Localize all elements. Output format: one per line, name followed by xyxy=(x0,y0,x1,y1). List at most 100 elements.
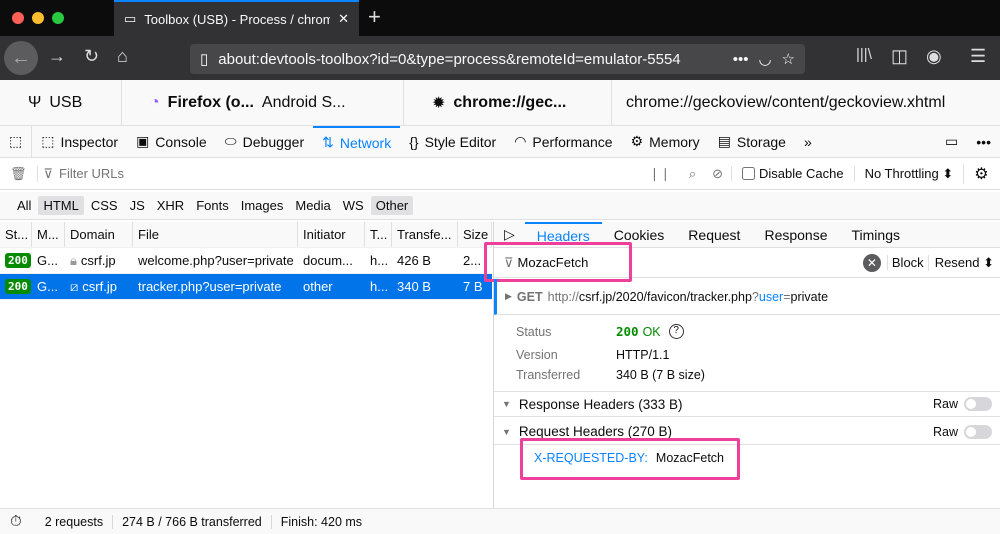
help-icon[interactable]: ? xyxy=(668,324,684,339)
details-tab-timings[interactable]: Timings xyxy=(840,222,913,248)
transferred-value: 340 B (7 B size) xyxy=(616,368,705,382)
page-url: chrome://geckoview/content/geckoview.xht… xyxy=(626,93,946,111)
raw-request-toggle[interactable] xyxy=(964,424,992,439)
raw-response-toggle[interactable] xyxy=(964,397,992,411)
table-row[interactable]: 200 G... ⧄ csrf.jp tracker.php?user=private o… xyxy=(0,274,492,300)
forward-button[interactable]: → xyxy=(48,46,66,67)
pause-icon[interactable]: ❘❘ xyxy=(639,166,681,182)
settings-gear-icon[interactable]: ⚙ xyxy=(963,163,998,184)
type-filter-fonts[interactable]: Fonts xyxy=(191,196,234,215)
status-bar: ⏱ 2 requests 274 B / 766 B transferred F… xyxy=(0,508,1000,534)
expand-arrow-icon[interactable]: ▶ xyxy=(505,291,512,302)
request-url: http://csrf.jp/2020/favicon/tracker.php?… xyxy=(548,290,828,304)
disable-cache-checkbox[interactable]: Disable Cache xyxy=(731,166,854,181)
request-url-summary[interactable]: ▶ GET http://csrf.jp/2020/favicon/tracke… xyxy=(494,279,1000,315)
stopwatch-icon[interactable]: ⏱ xyxy=(0,513,31,530)
details-tab-request[interactable]: Request xyxy=(676,222,752,248)
column-header[interactable]: Transfe... xyxy=(392,222,458,247)
new-tab-button[interactable]: + xyxy=(368,4,381,30)
column-header[interactable]: File xyxy=(133,222,298,247)
column-header[interactable]: T... xyxy=(365,222,392,247)
response-headers-section[interactable]: ▼ Response Headers (333 B) Raw xyxy=(494,391,1000,417)
details-tab-response[interactable]: Response xyxy=(752,222,839,248)
tab-inspector[interactable]: ⬚ Inspector xyxy=(32,126,127,158)
collapse-arrow-icon[interactable]: ▼ xyxy=(502,399,511,409)
performance-icon: ◠ xyxy=(514,133,527,149)
app-name: Firefox (o... xyxy=(167,93,254,111)
device-name: Android S... xyxy=(261,93,346,111)
type-filter-other[interactable]: Other xyxy=(370,196,414,215)
home-button[interactable]: ⌂ xyxy=(117,46,128,67)
connection-usb[interactable]: Ψ USB xyxy=(0,79,122,126)
disable-cache-input[interactable] xyxy=(742,167,756,180)
sidebar-icon[interactable]: ◫ xyxy=(891,46,908,67)
type-filter-html[interactable]: HTML xyxy=(38,196,84,215)
block-icon[interactable]: ⊘ xyxy=(704,166,731,182)
type-filter-media[interactable]: Media xyxy=(290,196,335,215)
account-icon[interactable]: ◉ xyxy=(926,46,942,67)
minimize-window-button[interactable] xyxy=(32,12,44,24)
url-text[interactable]: about:devtools-toolbox?id=0&type=process… xyxy=(218,51,722,68)
block-button[interactable]: Block xyxy=(886,255,928,270)
type-filter-css[interactable]: CSS xyxy=(86,196,123,215)
app-target[interactable]: ◔ Firefox (o... Android S... xyxy=(122,79,404,126)
clear-trash-icon[interactable]: 🗑 xyxy=(0,166,37,182)
filter-urls-input[interactable] xyxy=(59,166,640,181)
close-tab-icon[interactable]: ✕ xyxy=(338,11,359,27)
page-actions-icon[interactable]: ••• xyxy=(733,51,749,68)
type-filter-all[interactable]: All xyxy=(12,196,36,215)
network-icon: ⇅ xyxy=(322,134,334,150)
tab-performance[interactable]: ◠ Performance xyxy=(505,126,621,158)
cell-transferred: 340 B xyxy=(397,279,431,294)
resend-button[interactable]: Resend ⬍ xyxy=(927,254,1000,271)
column-header[interactable]: M... xyxy=(32,222,65,247)
options-icon[interactable]: ••• xyxy=(967,126,1000,158)
tab-network[interactable]: ⇅ Network xyxy=(313,125,401,158)
type-filter-ws[interactable]: WS xyxy=(338,196,369,215)
dock-icon[interactable]: ▭ xyxy=(936,126,967,158)
tab-memory[interactable]: ⚙ Memory xyxy=(622,126,709,158)
tab-debugger[interactable]: ⬭ Debugger xyxy=(216,126,313,158)
cell-file: tracker.php?user=private xyxy=(138,279,282,294)
lock-icon: 🔒︎ xyxy=(70,252,77,268)
url-bar[interactable]: ▯ about:devtools-toolbox?id=0&type=proce… xyxy=(190,44,805,74)
collapse-arrow-icon[interactable]: ▼ xyxy=(502,427,511,437)
element-picker-icon[interactable]: ⬚ xyxy=(0,125,33,158)
tab-label: Memory xyxy=(649,133,700,150)
more-tools-icon[interactable]: » xyxy=(795,126,821,158)
browser-tab[interactable]: ▭ Toolbox (USB) - Process / chrome://gec… xyxy=(114,0,359,36)
column-header[interactable]: Initiator xyxy=(298,222,365,247)
status-label: Status xyxy=(516,325,552,339)
library-icon[interactable]: |||\ xyxy=(856,46,872,63)
tab-label: Inspector xyxy=(60,133,119,150)
tab-style-editor[interactable]: {} Style Editor xyxy=(400,126,505,158)
process-target[interactable]: ✹ chrome://gec... xyxy=(404,79,612,126)
status-text: OK xyxy=(642,324,661,339)
type-filter-js[interactable]: JS xyxy=(125,196,150,215)
bookmark-star-icon[interactable]: ☆ xyxy=(782,50,795,68)
version-value: HTTP/1.1 xyxy=(616,348,670,362)
throttling-select[interactable]: No Throttling ⬍ xyxy=(853,165,964,182)
reload-button[interactable]: ↻ xyxy=(84,46,99,67)
search-icon[interactable]: ⌕ xyxy=(681,166,704,182)
disable-cache-label: Disable Cache xyxy=(759,166,844,181)
toggle-panel-icon[interactable]: ▷ xyxy=(494,226,525,243)
column-header[interactable]: Domain xyxy=(65,222,133,247)
tab-storage[interactable]: ▤ Storage xyxy=(709,126,795,158)
table-row[interactable]: 200 G... 🔒︎ csrf.jp welcome.php?user=private… xyxy=(0,248,492,274)
highlight-box xyxy=(484,242,632,282)
type-filter-images[interactable]: Images xyxy=(236,196,289,215)
response-headers-title: Response Headers (333 B) xyxy=(518,396,683,412)
style-editor-icon: {} xyxy=(409,133,419,150)
pocket-icon[interactable]: ◡ xyxy=(758,50,771,68)
cell-status: 200 xyxy=(5,253,31,268)
back-button[interactable]: ← xyxy=(4,41,38,75)
clear-filter-icon[interactable]: ✕ xyxy=(862,253,881,272)
tab-console[interactable]: ▣ Console xyxy=(127,126,216,158)
column-header[interactable]: St... xyxy=(0,222,32,247)
type-filter-xhr[interactable]: XHR xyxy=(152,196,189,215)
maximize-window-button[interactable] xyxy=(52,12,64,24)
url-scheme: http:// xyxy=(547,289,579,304)
close-window-button[interactable] xyxy=(12,12,24,24)
menu-icon[interactable]: ☰ xyxy=(970,46,986,67)
